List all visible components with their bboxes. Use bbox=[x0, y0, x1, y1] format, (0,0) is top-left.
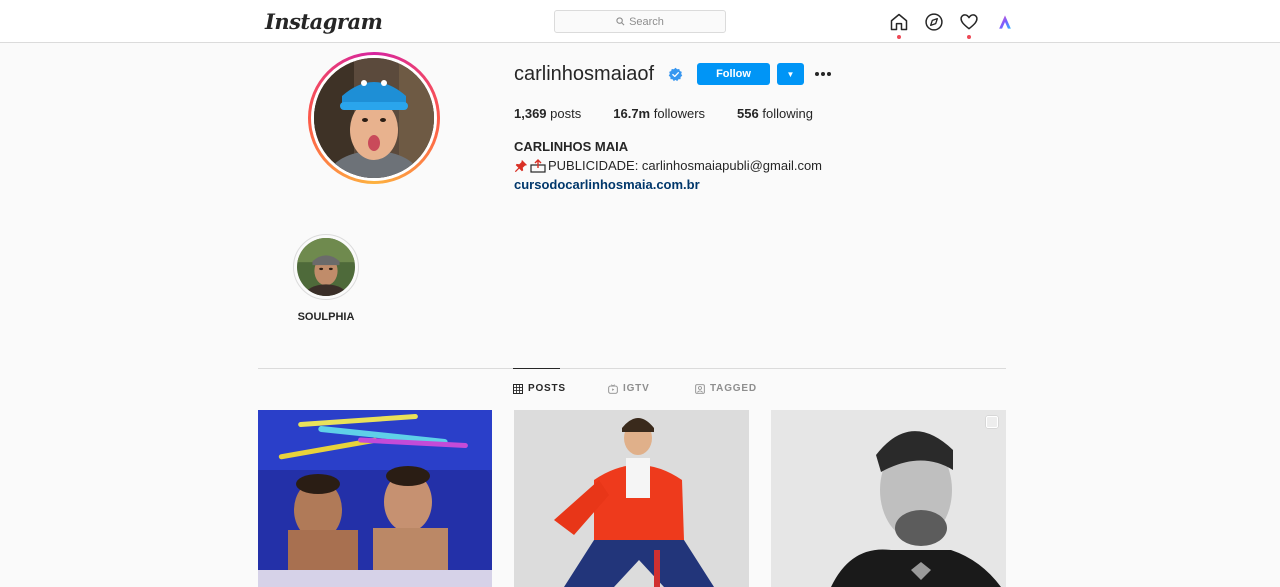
suggested-accounts-dropdown-button[interactable]: ▼ bbox=[777, 63, 804, 85]
highlight-cover-image bbox=[297, 238, 355, 296]
post-thumbnail[interactable] bbox=[514, 410, 749, 587]
tab-tagged[interactable]: TAGGED bbox=[695, 383, 757, 394]
profile-website-link[interactable]: cursodocarlinhosmaia.com.br bbox=[514, 177, 700, 192]
profile-bio: PUBLICIDADE: carlinhosmaiapubli@gmail.co… bbox=[514, 158, 822, 173]
post-thumbnail[interactable] bbox=[771, 410, 1006, 587]
profile-full-name: CARLINHOS MAIA bbox=[514, 139, 629, 154]
posts-count: 1,369 posts bbox=[514, 106, 582, 121]
home-icon[interactable] bbox=[888, 11, 910, 33]
home-notification-dot bbox=[897, 35, 901, 39]
post-image bbox=[514, 410, 749, 587]
profile-avatar-icon[interactable] bbox=[994, 11, 1016, 33]
instagram-logo[interactable]: Instagram bbox=[265, 9, 383, 34]
follow-button[interactable]: Follow bbox=[697, 63, 770, 85]
following-count[interactable]: 556 following bbox=[737, 106, 813, 121]
profile-picture[interactable] bbox=[308, 52, 440, 184]
active-tab-indicator bbox=[513, 368, 560, 369]
tabs-divider bbox=[258, 368, 1006, 369]
multiple-posts-icon bbox=[986, 416, 998, 428]
grid-icon bbox=[513, 383, 523, 394]
tagged-icon bbox=[695, 383, 705, 394]
more-options-button[interactable] bbox=[813, 65, 833, 83]
followers-count[interactable]: 16.7m followers bbox=[613, 106, 705, 121]
caret-down-icon: ▼ bbox=[786, 69, 795, 79]
profile-photo bbox=[314, 58, 434, 178]
igtv-icon bbox=[608, 383, 618, 394]
highlight-label: SOULPHIA bbox=[297, 311, 355, 323]
tab-posts[interactable]: POSTS bbox=[513, 383, 566, 394]
bio-text: PUBLICIDADE: carlinhosmaiapubli@gmail.co… bbox=[548, 158, 823, 173]
profile-username: carlinhosmaiaof bbox=[514, 63, 655, 85]
profile-stats: 1,369 posts 16.7m followers 556 followin… bbox=[514, 106, 845, 121]
tab-igtv[interactable]: IGTV bbox=[608, 383, 650, 394]
post-image bbox=[771, 410, 1006, 587]
activity-notification-dot bbox=[967, 35, 971, 39]
search-input[interactable]: Search bbox=[554, 10, 726, 33]
post-thumbnail[interactable] bbox=[258, 410, 492, 587]
verified-badge-icon bbox=[668, 67, 683, 82]
outbox-tray-icon bbox=[530, 158, 546, 173]
post-image bbox=[258, 410, 492, 587]
story-highlight[interactable] bbox=[293, 234, 359, 300]
search-icon bbox=[616, 17, 625, 26]
search-placeholder: Search bbox=[629, 15, 664, 28]
activity-heart-icon[interactable] bbox=[958, 11, 980, 33]
pushpin-icon bbox=[514, 159, 528, 172]
explore-compass-icon[interactable] bbox=[923, 11, 945, 33]
top-navigation-bar: Instagram Search bbox=[0, 0, 1280, 43]
